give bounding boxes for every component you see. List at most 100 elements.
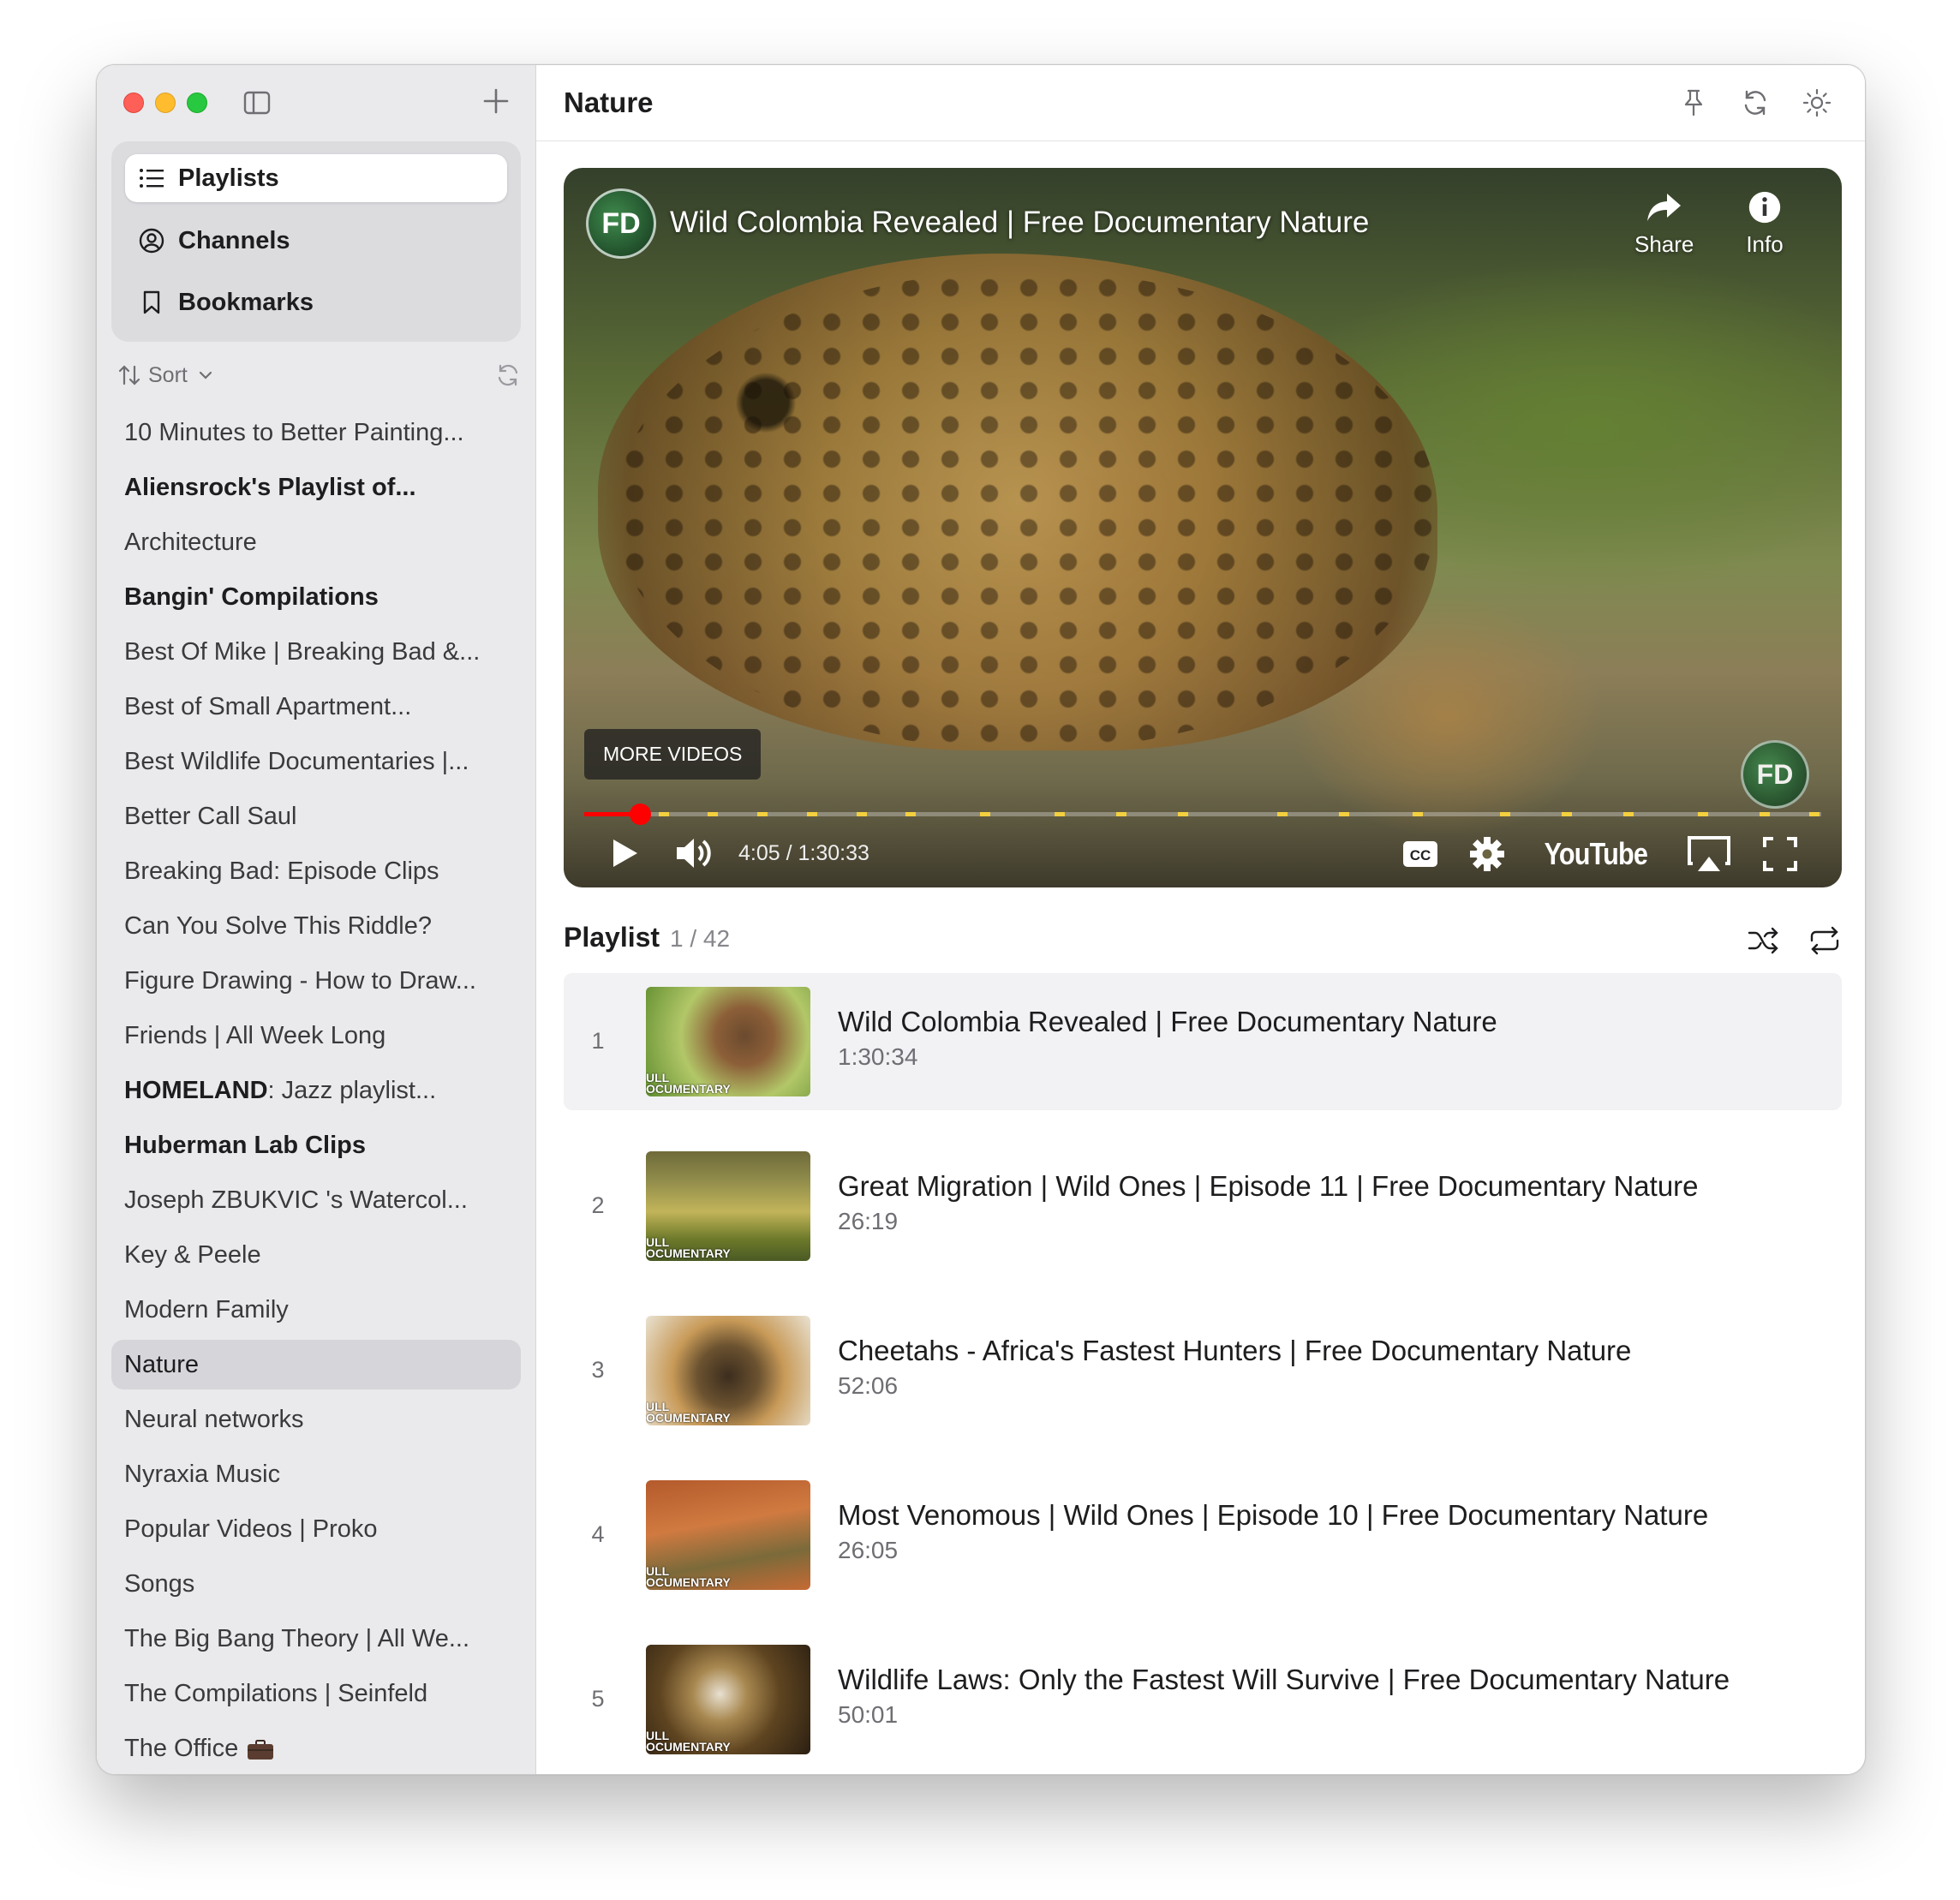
info-icon bbox=[1748, 191, 1781, 224]
share-arrow-icon bbox=[1646, 194, 1681, 221]
sidebar-playlist-item[interactable]: Best Wildlife Documentaries |... bbox=[111, 737, 521, 786]
scrubber-handle[interactable] bbox=[629, 804, 651, 825]
zoom-window-button[interactable] bbox=[187, 93, 207, 113]
close-window-button[interactable] bbox=[123, 93, 144, 113]
nav-channels[interactable]: Channels bbox=[125, 217, 507, 265]
sidebar-playlist-item[interactable]: Key & Peele bbox=[111, 1230, 521, 1280]
sidebar-playlist-item[interactable]: The Big Bang Theory | All We... bbox=[111, 1614, 521, 1664]
progress-bar[interactable] bbox=[584, 804, 1821, 825]
nav-bookmarks[interactable]: Bookmarks bbox=[125, 278, 507, 326]
sort-arrows-icon bbox=[118, 365, 140, 385]
sidebar-playlist-item[interactable]: Can You Solve This Riddle? bbox=[111, 901, 521, 951]
sidebar-playlist-item[interactable]: Modern Family bbox=[111, 1285, 521, 1335]
refresh-icon[interactable] bbox=[1740, 87, 1771, 118]
player-controls-left: 4:05 / 1:30:33 bbox=[607, 834, 869, 872]
sidebar-playlist-item[interactable]: Neural networks bbox=[111, 1395, 521, 1444]
video-thumbnail[interactable]: ULL OCUMENTARY bbox=[646, 1480, 810, 1590]
player-controls-right: CC YouTube bbox=[1401, 834, 1799, 874]
row-title: Great Migration | Wild Ones | Episode 11… bbox=[838, 1170, 1699, 1202]
playlist-row[interactable]: 3 ULL OCUMENTARY Cheetahs - Africa's Faste… bbox=[564, 1302, 1842, 1439]
sidebar-playlist-item[interactable]: Huberman Lab Clips bbox=[111, 1120, 521, 1170]
thumbnail-tag: ULL OCUMENTARY bbox=[646, 1729, 731, 1754]
sidebar-playlist-item[interactable]: The Office bbox=[111, 1724, 521, 1773]
playlist-label: The Office bbox=[124, 1734, 239, 1762]
sidebar-playlist-item[interactable]: Popular Videos | Proko bbox=[111, 1504, 521, 1554]
channel-logo[interactable]: FD bbox=[586, 188, 656, 259]
chapter-marker bbox=[708, 812, 719, 816]
sidebar-playlist-item[interactable]: Songs bbox=[111, 1559, 521, 1609]
chapter-marker bbox=[1413, 812, 1424, 816]
sidebar-playlist-item[interactable]: Best Of Mike | Breaking Bad &... bbox=[111, 627, 521, 677]
closed-captions-icon[interactable]: CC bbox=[1401, 839, 1439, 869]
sidebar-playlist-item[interactable]: Breaking Bad: Episode Clips bbox=[111, 846, 521, 896]
briefcase-icon bbox=[247, 1739, 274, 1760]
refresh-list-icon[interactable] bbox=[494, 361, 522, 389]
minimize-window-button[interactable] bbox=[155, 93, 176, 113]
nav-playlists[interactable]: Playlists bbox=[125, 154, 507, 202]
sidebar-playlist-item[interactable]: Figure Drawing - How to Draw... bbox=[111, 956, 521, 1006]
add-playlist-icon[interactable] bbox=[481, 86, 511, 117]
share-label: Share bbox=[1634, 231, 1694, 257]
chapter-marker bbox=[1697, 812, 1708, 816]
playlist-label: Friends | All Week Long bbox=[124, 1021, 386, 1049]
playlist-label: Modern Family bbox=[124, 1295, 289, 1323]
chapter-marker bbox=[1338, 812, 1349, 816]
chapter-marker bbox=[1561, 812, 1572, 816]
chapter-marker bbox=[1499, 812, 1510, 816]
sidebar-playlist-item[interactable]: Architecture bbox=[111, 517, 521, 567]
chapter-marker bbox=[1054, 812, 1065, 816]
youtube-logo[interactable]: YouTube bbox=[1545, 836, 1648, 872]
sidebar-playlist-item[interactable]: Bangin' Compilations bbox=[111, 572, 521, 622]
sidebar-playlist-item[interactable]: Best of Small Apartment... bbox=[111, 682, 521, 732]
repeat-icon[interactable] bbox=[1808, 923, 1842, 958]
sun-icon[interactable] bbox=[1802, 87, 1832, 118]
sidebar-playlist-item[interactable]: Aliensrock's Playlist of... bbox=[111, 463, 521, 512]
video-title[interactable]: Wild Colombia Revealed | Free Documentar… bbox=[670, 206, 1369, 240]
playlist-label: Better Call Saul bbox=[124, 802, 297, 830]
video-thumbnail[interactable]: ULL OCUMENTARY bbox=[646, 1645, 810, 1754]
nav-label: Bookmarks bbox=[178, 288, 314, 316]
playlist-row[interactable]: 2 ULL OCUMENTARY Great Migration | Wild On… bbox=[564, 1138, 1842, 1275]
settings-gear-icon[interactable] bbox=[1468, 835, 1506, 873]
airplay-icon[interactable] bbox=[1686, 834, 1732, 874]
thumbnail-tag: ULL OCUMENTARY bbox=[646, 1400, 731, 1425]
share-button[interactable]: Share bbox=[1634, 190, 1694, 258]
info-button[interactable]: Info bbox=[1746, 190, 1784, 258]
video-thumbnail[interactable]: ULL OCUMENTARY bbox=[646, 1316, 810, 1425]
sidebar-playlist-item[interactable]: The Compilations | Seinfeld bbox=[111, 1669, 521, 1718]
more-videos-button[interactable]: MORE VIDEOS bbox=[584, 729, 762, 780]
sort-button[interactable]: Sort bbox=[117, 358, 222, 392]
sidebar-playlist-item[interactable]: Joseph ZBUKVIC 's Watercol... bbox=[111, 1175, 521, 1225]
sidebar-playlist-item[interactable]: HOMELAND: Jazz playlist... bbox=[111, 1066, 521, 1115]
sidebar-playlist-item[interactable]: Friends | All Week Long bbox=[111, 1011, 521, 1061]
volume-icon[interactable] bbox=[673, 834, 716, 872]
channel-watermark-icon[interactable]: FD bbox=[1741, 740, 1809, 809]
sidebar-playlist-item[interactable]: Nyraxia Music bbox=[111, 1449, 521, 1499]
play-icon[interactable] bbox=[607, 836, 641, 870]
sidebar-playlist-item[interactable]: 10 Minutes to Better Painting... bbox=[111, 408, 521, 457]
playlist-title: Playlist bbox=[564, 922, 660, 953]
shuffle-icon[interactable] bbox=[1746, 923, 1780, 958]
playlist-label: Bangin' Compilations bbox=[124, 583, 379, 611]
playlist-label: : Jazz playlist... bbox=[267, 1076, 437, 1104]
playlist-label: Breaking Bad: Episode Clips bbox=[124, 857, 439, 885]
playlist-row[interactable]: 4 ULL OCUMENTARY Most Venomous | Wild Ones… bbox=[564, 1467, 1842, 1604]
svg-text:CC: CC bbox=[1410, 847, 1431, 863]
sidebar-playlist-item[interactable]: Better Call Saul bbox=[111, 792, 521, 841]
row-index: 1 bbox=[591, 1028, 605, 1054]
playlist-row[interactable]: 5 ULL OCUMENTARY Wildlife Laws: Only the F… bbox=[564, 1631, 1842, 1768]
sidebar-playlist-item[interactable]: Nature bbox=[111, 1340, 521, 1389]
pin-icon[interactable] bbox=[1678, 87, 1709, 118]
playlist-row[interactable]: 1 ULL OCUMENTARY Wild Colombia Revealed | … bbox=[564, 973, 1842, 1110]
nav-label: Playlists bbox=[178, 164, 279, 192]
row-index: 4 bbox=[591, 1521, 605, 1547]
playlist-label: Joseph ZBUKVIC 's Watercol... bbox=[124, 1186, 468, 1214]
video-thumbnail[interactable]: ULL OCUMENTARY bbox=[646, 987, 810, 1096]
fullscreen-icon[interactable] bbox=[1761, 835, 1799, 873]
playlist-label: Best Wildlife Documentaries |... bbox=[124, 747, 469, 775]
video-thumbnail[interactable]: ULL OCUMENTARY bbox=[646, 1151, 810, 1261]
playlist-label: Nature bbox=[124, 1350, 200, 1378]
video-player[interactable]: FD Wild Colombia Revealed | Free Documen… bbox=[564, 168, 1842, 887]
sidebar-toggle-icon[interactable] bbox=[242, 88, 272, 117]
playlist-label: Huberman Lab Clips bbox=[124, 1131, 366, 1159]
